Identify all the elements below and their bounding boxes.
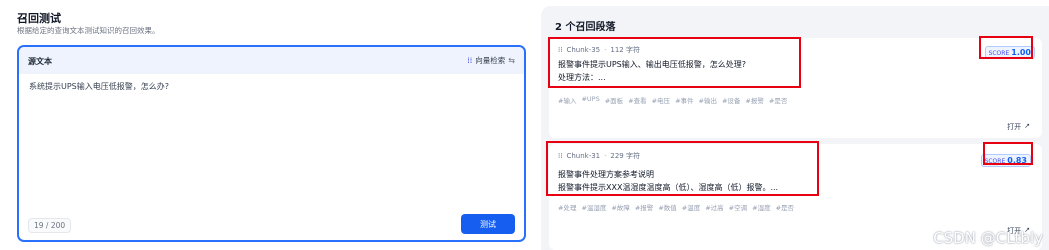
test-button[interactable]: 测试 [461, 214, 515, 234]
tag: #是否 [768, 97, 788, 105]
swap-icon[interactable]: ⇆ [508, 56, 515, 65]
tag: #事件 [675, 97, 694, 105]
keyword-tags: #处理 #温湿度 #故障 #报警 #数值 #温度 #过高 #空调 #湿度 #是否 [558, 202, 794, 212]
tag: #设备 [721, 97, 741, 105]
external-arrow-icon: ↗ [1024, 122, 1030, 130]
tag: #温湿度 [581, 204, 607, 212]
tag: #是否 [775, 204, 795, 212]
grid-dots-icon: ⁞⁞ [467, 56, 473, 65]
page-title: 召回测试 [17, 12, 61, 25]
tag: #面板 [604, 97, 624, 105]
tag: #报警 [634, 204, 654, 212]
watermark: CSDN @CLtbly [933, 229, 1043, 247]
query-input[interactable]: 系统提示UPS输入电压低报警，怎么办? [29, 81, 169, 92]
keyword-tags: #输入 #UPS #面板 #查看 #电压 #事件 #输出 #设备 #报警 #是否 [558, 95, 787, 105]
char-counter: 19 / 200 [28, 218, 72, 233]
tag: #故障 [611, 204, 630, 212]
tag: #湿度 [752, 204, 771, 212]
tag: #空调 [728, 204, 748, 212]
tag: #输入 [558, 97, 577, 105]
results-title: 2 个召回段落 [555, 22, 616, 33]
tag: #查看 [628, 97, 647, 105]
annotation-box [979, 36, 1033, 59]
open-label: 打开 [1007, 123, 1022, 131]
tag: #报警 [745, 97, 764, 105]
tag: #电压 [651, 97, 671, 105]
tag: #处理 [558, 204, 577, 212]
tag: #温度 [681, 204, 701, 212]
tag: #UPS [581, 95, 600, 103]
annotation-box [548, 37, 801, 88]
retrieval-method-selector[interactable]: ⁞⁞ 向量检索 ⇆ [467, 55, 515, 66]
page-subtitle: 根据给定的查询文本测试知识的召回效果。 [17, 26, 160, 35]
source-text-box: 源文本 ⁞⁞ 向量检索 ⇆ 系统提示UPS输入电压低报警，怎么办? 19 / 2… [17, 45, 526, 242]
tag: #输出 [698, 97, 717, 105]
retrieval-method-label: 向量检索 [475, 56, 506, 65]
open-link[interactable]: 打开 ↗ [1007, 122, 1030, 132]
tag: #数值 [658, 204, 677, 212]
left-panel: 召回测试 根据给定的查询文本测试知识的召回效果。 源文本 ⁞⁞ 向量检索 ⇆ 系… [0, 0, 533, 250]
source-header: 源文本 ⁞⁞ 向量检索 ⇆ [19, 47, 524, 74]
annotation-box [546, 141, 819, 196]
source-label: 源文本 [28, 57, 52, 66]
annotation-box [983, 142, 1033, 165]
tag: #过高 [705, 204, 724, 212]
